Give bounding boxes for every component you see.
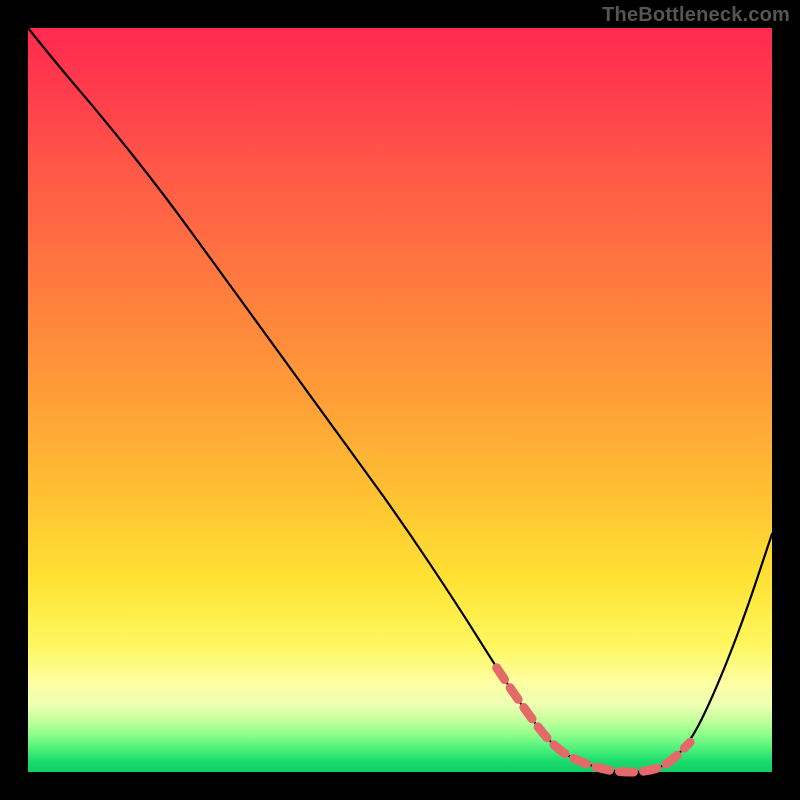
- optimal-range-highlight: [497, 668, 691, 772]
- bottleneck-curve: [28, 28, 772, 772]
- chart-svg: [28, 28, 772, 772]
- watermark-label: TheBottleneck.com: [602, 4, 790, 27]
- plot-area: [28, 28, 772, 772]
- chart-frame: TheBottleneck.com: [0, 0, 800, 800]
